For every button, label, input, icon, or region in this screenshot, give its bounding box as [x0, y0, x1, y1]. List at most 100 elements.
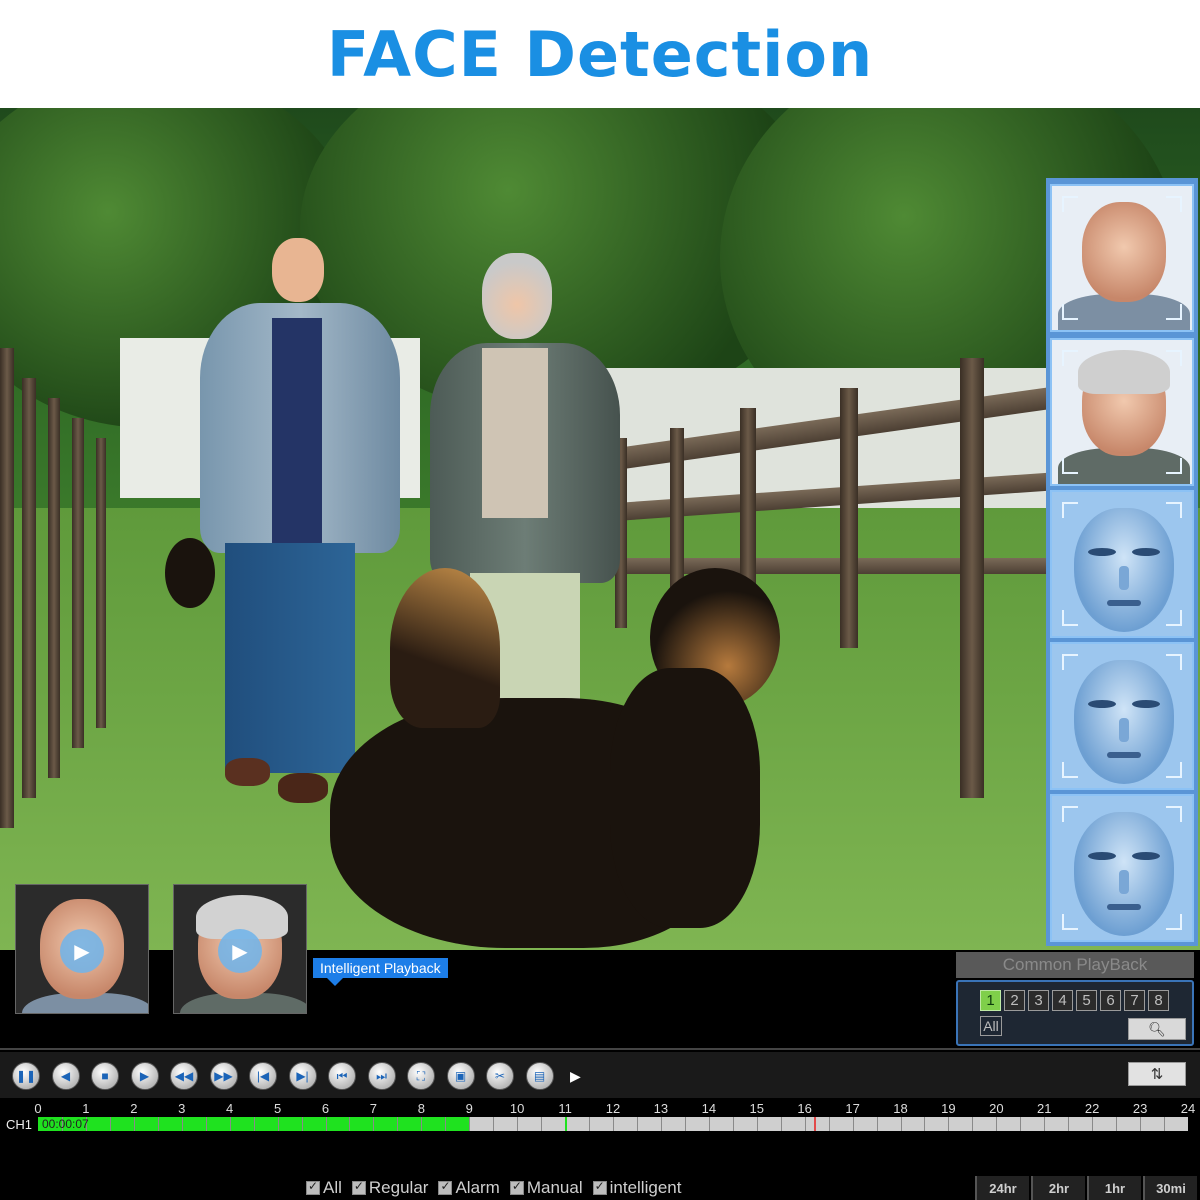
detected-face-man[interactable]	[1050, 184, 1194, 332]
next-segment-button[interactable]: ⏭	[367, 1062, 396, 1090]
timeline-gridline	[205, 1117, 207, 1131]
timeline-gridline	[852, 1117, 854, 1131]
filter-manual[interactable]: Manual	[509, 1178, 583, 1198]
hour-tick-label: 23	[1132, 1101, 1148, 1116]
channel-button-8[interactable]: 8	[1148, 990, 1169, 1011]
timeline-gridline	[660, 1117, 662, 1131]
fullscreen-button[interactable]: ⛶	[407, 1062, 435, 1090]
timeline-bar[interactable]	[38, 1117, 1188, 1131]
previous-segment-button[interactable]: ⏮	[328, 1062, 356, 1090]
timeline-gridline	[109, 1117, 111, 1131]
timeline-gridline	[636, 1117, 638, 1131]
rewind-button[interactable]: ◀◀	[170, 1062, 198, 1090]
zoom-2hr-button[interactable]: 2hr	[1031, 1176, 1085, 1200]
timeline-gridline	[996, 1117, 998, 1131]
face-scan-mask	[1050, 794, 1194, 942]
filter-regular[interactable]: Regular	[351, 1178, 429, 1198]
search-icon: 🔍︎	[1148, 1020, 1166, 1037]
previous-icon: |◀	[256, 1069, 270, 1083]
filter-alarm[interactable]: Alarm	[438, 1178, 500, 1198]
zoom-24hr-button[interactable]: 24hr	[975, 1176, 1029, 1200]
checkbox-checked-icon[interactable]	[306, 1179, 320, 1195]
fence-post	[22, 378, 36, 798]
hour-tick-label: 17	[845, 1101, 860, 1116]
channel-button-4[interactable]: 4	[1052, 990, 1073, 1011]
hour-tick-label: 8	[417, 1101, 425, 1116]
timeline-gridline	[469, 1117, 471, 1131]
channel-button-5[interactable]: 5	[1076, 990, 1097, 1011]
hour-tick-label: 1	[82, 1101, 90, 1116]
pause-button[interactable]: ❚❚	[12, 1062, 40, 1090]
event-marker	[814, 1117, 817, 1131]
common-playback-tab[interactable]: Common PlayBack	[956, 952, 1194, 978]
channel-button-2[interactable]: 2	[1004, 990, 1025, 1011]
save-button[interactable]: ▤	[525, 1062, 554, 1090]
fence-post	[48, 398, 60, 778]
all-channels-button[interactable]: All	[980, 1016, 1002, 1036]
reverse-icon: ◀	[60, 1069, 71, 1083]
rewind-icon: ◀◀	[174, 1069, 194, 1083]
face-scan-mask	[1050, 490, 1194, 638]
search-button[interactable]: 🔍︎	[1128, 1018, 1186, 1040]
play-indicator-icon: ▶	[570, 1068, 581, 1084]
channel-button-7[interactable]: 7	[1124, 990, 1145, 1011]
man-running	[190, 238, 400, 818]
timeline-gridline	[421, 1117, 423, 1131]
checkbox-checked-icon[interactable]	[351, 1179, 366, 1195]
stop-button[interactable]: ■	[91, 1062, 119, 1090]
sync-button[interactable]: ⇅	[1128, 1062, 1186, 1086]
timeline-gridline	[804, 1117, 806, 1131]
timeline-gridline	[157, 1117, 159, 1131]
fast-forward-button[interactable]: ▶▶	[209, 1062, 238, 1090]
checkbox-checked-icon[interactable]	[438, 1179, 453, 1195]
clip-button[interactable]: ✂	[486, 1062, 514, 1090]
channel-button-3[interactable]: 3	[1028, 990, 1049, 1011]
current-time: 00:00:07	[42, 1117, 89, 1131]
hour-tick-label: 16	[797, 1101, 812, 1116]
zoom-1hr-button[interactable]: 1hr	[1087, 1176, 1141, 1200]
channel-button-1[interactable]: 1	[980, 990, 1001, 1011]
divider	[0, 1048, 1200, 1050]
hour-tick-label: 7	[369, 1101, 378, 1116]
record-type-filters: All Regular Alarm Manual intelligent	[306, 1178, 681, 1198]
timeline-gridline	[301, 1117, 303, 1131]
face-scan-mask	[1050, 642, 1194, 790]
face-thumb-man[interactable]: ▶	[15, 884, 149, 1014]
detected-face-woman[interactable]	[1050, 338, 1194, 486]
small-dog	[165, 538, 215, 608]
timeline-gridline	[325, 1117, 327, 1131]
multi-view-button[interactable]: ▣	[446, 1062, 475, 1090]
previous-frame-button[interactable]: |◀	[249, 1062, 277, 1090]
face-detection-strip	[1046, 178, 1198, 946]
timeline-gridline	[445, 1117, 447, 1131]
filter-intelligent[interactable]: intelligent	[592, 1178, 681, 1198]
filter-all[interactable]: All	[306, 1178, 342, 1198]
play-button[interactable]: ▶	[130, 1062, 159, 1090]
play-icon[interactable]: ▶	[218, 929, 262, 973]
timeline-gridline	[948, 1117, 950, 1131]
intelligent-playback-label[interactable]: Intelligent Playback	[313, 958, 448, 986]
reverse-play-button[interactable]: ◀	[51, 1062, 80, 1090]
hour-tick-label: 6	[321, 1101, 330, 1116]
play-icon[interactable]: ▶	[60, 929, 104, 973]
checkbox-checked-icon[interactable]	[509, 1179, 524, 1195]
hour-tick-label: 24	[1180, 1101, 1196, 1116]
fence-post	[96, 438, 106, 728]
zoom-30mi-button[interactable]: 30mi	[1143, 1176, 1197, 1200]
timeline-gridline	[876, 1117, 878, 1131]
hour-tick-label: 13	[653, 1101, 669, 1116]
channel-button-6[interactable]: 6	[1100, 990, 1121, 1011]
checkbox-checked-icon[interactable]	[592, 1179, 607, 1195]
hour-tick-label: 5	[273, 1101, 282, 1116]
hour-tick-label: 18	[893, 1101, 908, 1116]
timeline-gridline	[229, 1117, 231, 1131]
next-frame-button[interactable]: ▶|	[288, 1062, 317, 1090]
face-thumb-woman[interactable]: ▶	[173, 884, 307, 1014]
timeline-gridline	[684, 1117, 686, 1131]
timeline-gridline	[900, 1117, 902, 1131]
fullscreen-icon: ⛶	[416, 1068, 426, 1083]
timeline-gridline	[1020, 1117, 1022, 1131]
filter-label: Regular	[368, 1178, 429, 1197]
timeline-gridline	[253, 1117, 255, 1131]
timeline-gridline	[924, 1117, 926, 1131]
